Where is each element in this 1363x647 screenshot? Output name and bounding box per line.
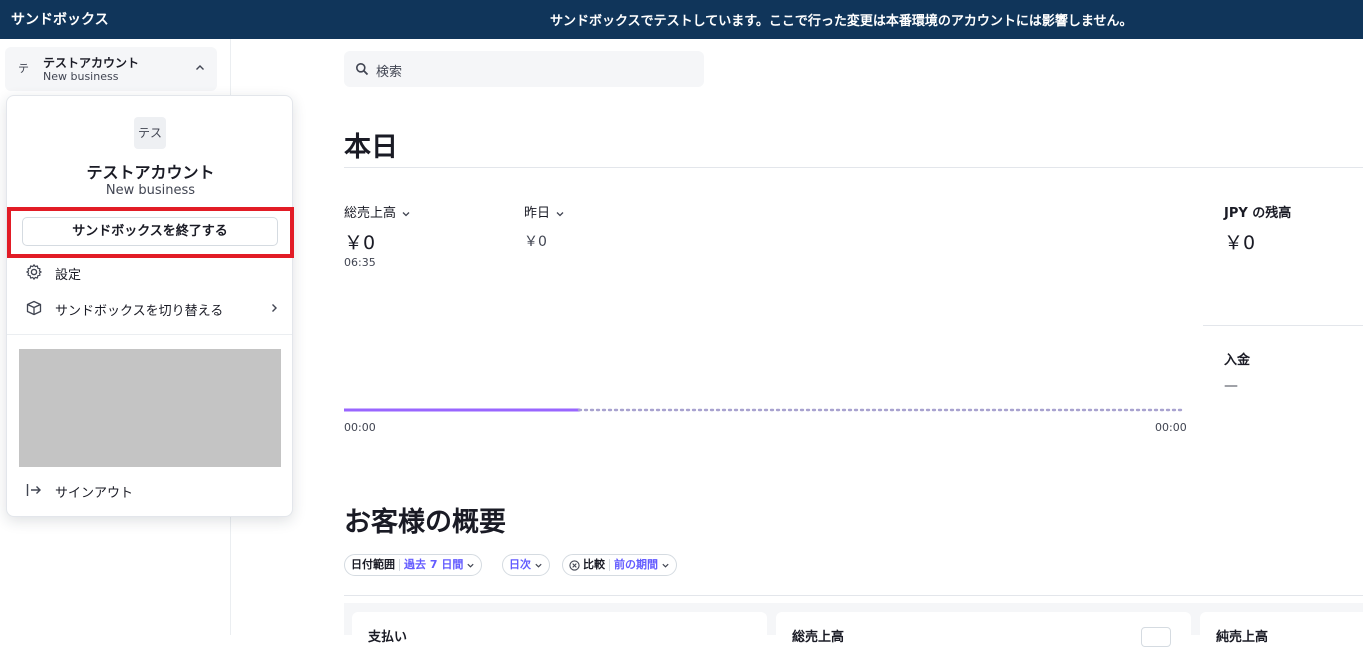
filter-key: 日付範囲 <box>351 558 395 571</box>
gross-volume-time: 06:35 <box>344 256 376 269</box>
menu-item-switch-sandbox[interactable]: サンドボックスを切り替える <box>25 296 280 320</box>
search-input[interactable]: 検索 <box>344 51 704 87</box>
sign-out-icon <box>26 484 41 496</box>
filter-value: 過去 7 日間 <box>404 558 464 571</box>
yesterday-label: 昨日 <box>524 206 551 221</box>
menu-item-settings[interactable]: 設定 <box>25 260 280 284</box>
card-title: 純売上高 <box>1216 630 1269 645</box>
balance-divider <box>1203 325 1363 326</box>
filter-value: 前の期間 <box>614 558 658 571</box>
account-avatar: テス <box>134 117 166 149</box>
gross-volume-card[interactable]: 総売上高 <box>776 612 1191 647</box>
cube-icon <box>26 300 42 316</box>
filter-key: 比較 <box>583 558 605 571</box>
account-initial: テ <box>18 62 29 75</box>
exit-sandbox-button[interactable]: サンドボックスを終了する <box>22 217 278 246</box>
chevron-down-icon <box>662 563 669 568</box>
today-chart <box>344 408 1186 412</box>
payments-card[interactable]: 支払い <box>352 612 767 645</box>
account-name: テストアカウント <box>43 56 140 70</box>
search-icon <box>356 63 369 76</box>
chart-axis-start: 00:00 <box>344 421 376 434</box>
gear-icon <box>26 264 42 280</box>
compare-filter[interactable]: 比較 前の期間 <box>562 554 677 576</box>
account-switcher[interactable]: テ テストアカウント New business <box>5 47 217 91</box>
net-volume-card[interactable]: 純売上高 <box>1200 612 1363 645</box>
today-divider <box>344 167 1363 168</box>
account-menu-subtitle: New business <box>105 183 196 198</box>
sandbox-brand: サンドボックス <box>11 12 109 28</box>
gross-volume-selector[interactable]: 総売上高 <box>344 202 411 221</box>
redacted-block <box>19 349 281 467</box>
card-title: 支払い <box>368 630 408 645</box>
chevron-right-icon <box>272 304 277 312</box>
sandbox-notice: サンドボックスでテストしています。ここで行った変更は本番環境のアカウントには影響… <box>550 14 1133 29</box>
customers-heading: お客様の概要 <box>344 507 506 538</box>
gross-volume-label: 総売上高 <box>344 206 397 221</box>
chevron-up-icon <box>196 65 204 70</box>
menu-divider <box>7 334 292 335</box>
switch-sandbox-label: サンドボックスを切り替える <box>55 304 224 319</box>
menu-item-sign-out[interactable]: サインアウト <box>25 478 280 502</box>
card-action-button[interactable] <box>1141 627 1171 647</box>
payouts-label: 入金 <box>1224 353 1251 368</box>
page-title: 本日 <box>344 132 398 163</box>
payouts-value: — <box>1224 378 1238 394</box>
chevron-down-icon <box>467 563 474 568</box>
balance-label: JPY の残高 <box>1224 206 1292 221</box>
filter-value: 日次 <box>509 558 531 571</box>
chevron-down-icon <box>535 563 542 568</box>
yesterday-value: ￥0 <box>524 234 547 250</box>
gross-volume-value: ￥0 <box>344 232 376 254</box>
customers-divider <box>344 595 1363 596</box>
account-subtitle: New business <box>43 70 119 83</box>
account-menu: テス テストアカウント New business サンドボックスを終了する 設定… <box>6 95 294 517</box>
chevron-down-icon <box>556 211 564 216</box>
search-placeholder: 検索 <box>376 65 403 80</box>
date-range-filter[interactable]: 日付範囲 過去 7 日間 <box>344 554 483 576</box>
chevron-down-icon <box>402 211 410 216</box>
balance-value: ￥0 <box>1224 232 1256 254</box>
sign-out-label: サインアウト <box>55 486 134 501</box>
close-circle-icon[interactable] <box>569 559 580 571</box>
card-title: 総売上高 <box>792 630 845 645</box>
chart-axis-end: 00:00 <box>1155 421 1187 434</box>
comparison-selector[interactable]: 昨日 <box>524 202 565 221</box>
settings-label: 設定 <box>55 268 82 283</box>
account-menu-name: テストアカウント <box>86 163 215 182</box>
interval-filter[interactable]: 日次 <box>502 554 550 576</box>
sandbox-banner: サンドボックス サンドボックスでテストしています。ここで行った変更は本番環境のア… <box>0 0 1363 39</box>
